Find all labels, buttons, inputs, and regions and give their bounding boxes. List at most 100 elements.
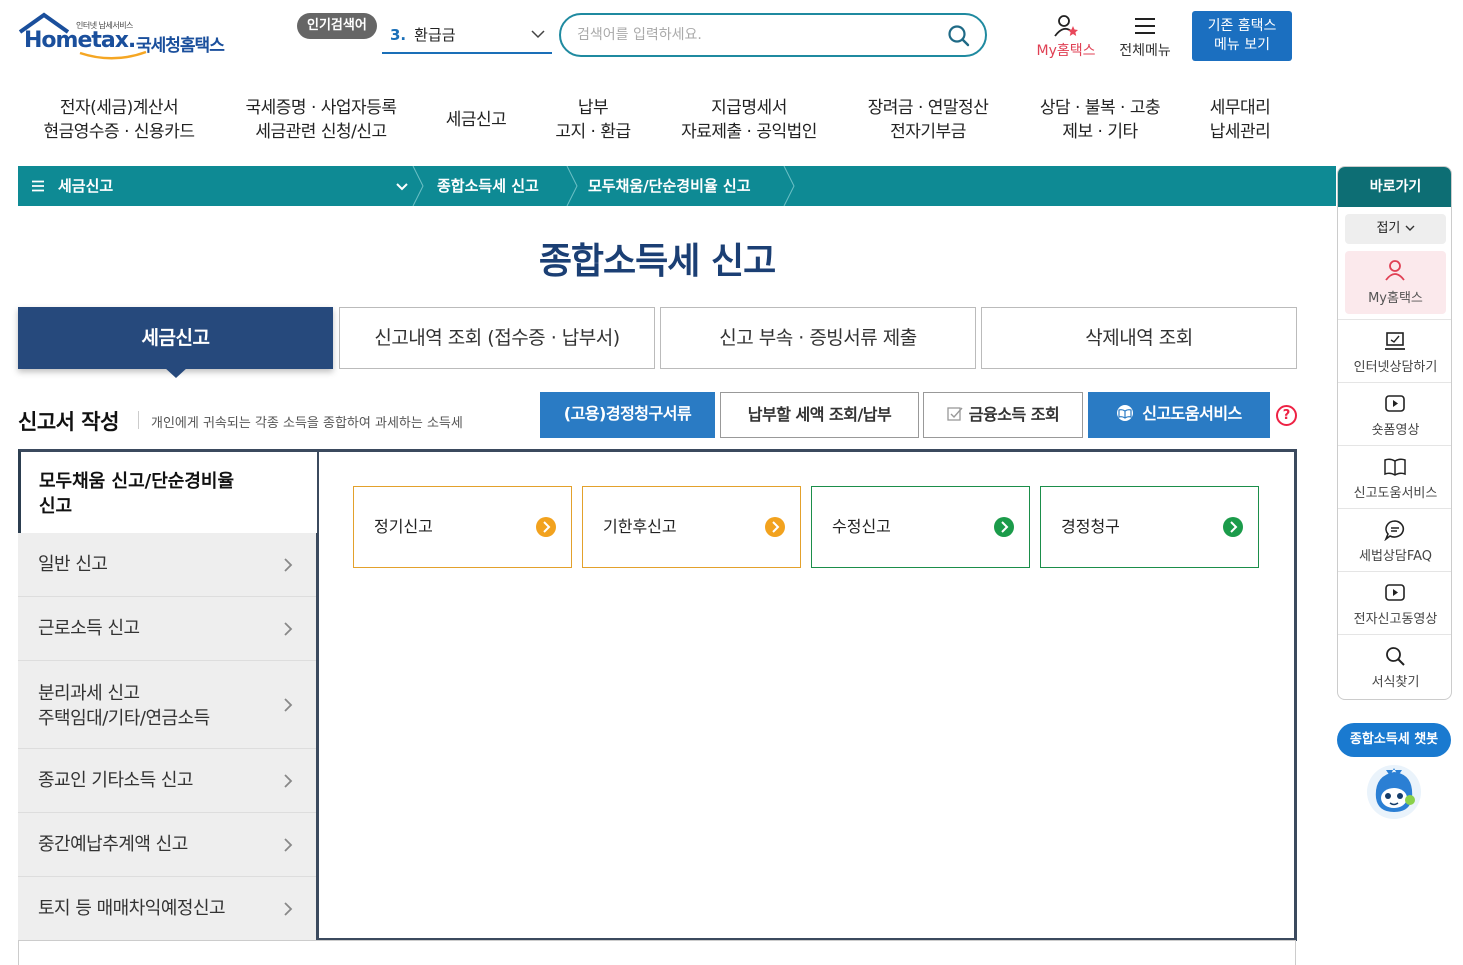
tab-supporting-docs[interactable]: 신고 부속 · 증빙서류 제출 [660, 307, 976, 369]
card-refund-claim[interactable]: 경정청구 [1040, 486, 1259, 568]
gnb-tax-agent[interactable]: 세무대리 납세관리 [1196, 96, 1284, 146]
logo-korean-name: 국세청홈택스 [136, 36, 225, 56]
gnb-label: 국세증명 · 사업자등록 [245, 98, 397, 118]
gnb-e-invoice[interactable]: 전자(세금)계산서 현금영수증 · 신용카드 [30, 96, 208, 146]
quick-item-shortform[interactable]: 숏폼영상 [1338, 382, 1451, 445]
my-hometax-button[interactable]: My홈택스 [1030, 14, 1102, 64]
gnb-label: 세금신고 [445, 110, 507, 130]
breadcrumb-item-simple[interactable]: 모두채움/단순경비율 신고 [588, 166, 751, 206]
side-item-separate-taxation[interactable]: 분리과세 신고 주택임대/기타/연금소득 [18, 661, 316, 749]
search-input[interactable] [577, 23, 937, 47]
side-item-general[interactable]: 일반 신고 [18, 533, 316, 597]
card-late-filing[interactable]: 기한후신고 [582, 486, 801, 568]
book-icon [1384, 458, 1406, 476]
laptop-chat-icon [1385, 332, 1405, 350]
side-item-simple-filing-active[interactable]: 모두채움 신고/단순경비율 신고 [18, 449, 317, 533]
chatbot-character-icon[interactable] [1364, 762, 1424, 820]
hamburger-icon [1135, 18, 1155, 34]
section-divider [138, 411, 139, 429]
financial-income-button[interactable]: 금융소득 조회 [923, 392, 1083, 438]
gnb-tax-return[interactable]: 세금신고 [430, 108, 522, 158]
popular-search-select[interactable]: 3. 환급금 [382, 20, 552, 54]
old-menu-button[interactable]: 기존 홈택스 메뉴 보기 [1192, 11, 1292, 61]
gnb-payment[interactable]: 납부 고지 · 환급 [540, 96, 646, 146]
breadcrumb-item-income-tax[interactable]: 종합소득세 신고 [437, 166, 539, 206]
chevron-right-icon [284, 902, 293, 916]
chevron-right-icon [284, 774, 293, 788]
chevron-down-icon [396, 183, 408, 191]
chevron-right-circle-icon [1223, 517, 1243, 537]
tab-filing-history[interactable]: 신고내역 조회 (접수증 · 납부서) [339, 307, 655, 369]
quick-item-label: 세법상담FAQ [1358, 549, 1433, 564]
help-service-button[interactable]: 신고도움서비스 [1088, 392, 1270, 438]
breadcrumb-separator-icon [783, 166, 795, 206]
hometax-logo[interactable]: 인터넷 납세서비스 Hometax. 국세청홈택스 [18, 12, 233, 62]
side-item-label: 분리과세 신고 [38, 683, 140, 704]
gnb-label: 지급명세서 [711, 98, 787, 118]
my-hometax-label: My홈택스 [1036, 43, 1096, 59]
quick-item-label: 서식찾기 [1371, 675, 1420, 690]
chevron-down-icon [1405, 225, 1415, 231]
gnb-certificate[interactable]: 국세증명 · 사업자등록 세금관련 신청/신고 [232, 96, 410, 146]
quick-item-my-hometax[interactable]: My홈택스 [1345, 251, 1446, 314]
gnb-label: 전자(세금)계산서 [59, 98, 179, 118]
side-item-label: 중간예납추계액 신고 [38, 834, 188, 855]
card-regular-filing[interactable]: 정기신고 [353, 486, 572, 568]
quick-item-find-forms[interactable]: 서식찾기 [1338, 634, 1451, 697]
gnb-label-sub: 제보 · 기타 [1062, 122, 1138, 142]
side-item-label: 일반 신고 [38, 554, 108, 575]
quick-menu: 바로가기 접기 My홈택스 인터넷상담하기 숏폼영상 신고도움서비스 세법상담F… [1337, 166, 1452, 700]
chevron-right-circle-icon [765, 517, 785, 537]
quick-item-help-service[interactable]: 신고도움서비스 [1338, 445, 1451, 508]
popular-rank: 3. [390, 26, 407, 44]
quick-item-e-filing-video[interactable]: 전자신고동영상 [1338, 571, 1451, 634]
side-item-label-sub: 주택임대/기타/연금소득 [38, 708, 210, 729]
tab-deleted-history[interactable]: 삭제내역 조회 [981, 307, 1297, 369]
help-question-icon[interactable]: ? [1276, 405, 1297, 426]
quick-item-label: 전자신고동영상 [1353, 612, 1438, 627]
search-icon[interactable] [947, 24, 971, 48]
tab-tax-return[interactable]: 세금신고 [18, 307, 333, 369]
checkbox-icon [947, 407, 963, 421]
all-menu-button[interactable]: 전체메뉴 [1112, 14, 1178, 64]
old-menu-line1: 기존 홈택스 [1207, 18, 1277, 34]
quick-item-label: 인터넷상담하기 [1353, 360, 1438, 375]
location-menu-select[interactable]: 세금신고 [58, 166, 408, 206]
user-star-icon [1054, 15, 1078, 37]
quick-menu-fold-button[interactable]: 접기 [1345, 214, 1446, 244]
quick-item-faq[interactable]: 세법상담FAQ [1338, 508, 1451, 571]
side-item-earned-income[interactable]: 근로소득 신고 [18, 597, 316, 661]
panel-bottom-divider [18, 940, 1296, 941]
refund-claim-docs-button[interactable]: (고용)경정청구서류 [540, 392, 715, 438]
financial-income-label: 금융소득 조회 [968, 405, 1060, 424]
side-item-label: 종교인 기타소득 신고 [38, 770, 193, 791]
quick-menu-title: 바로가기 [1338, 167, 1451, 207]
gnb-incentive[interactable]: 장려금 · 연말정산 전자기부금 [852, 96, 1004, 146]
popular-term: 환급금 [414, 26, 456, 44]
user-icon [1385, 260, 1405, 281]
location-menu-label: 세금신고 [58, 177, 114, 195]
video-play-icon [1385, 584, 1405, 601]
side-item-interim-prepayment[interactable]: 중간예납추계액 신고 [18, 813, 316, 877]
old-menu-line2: 메뉴 보기 [1214, 37, 1270, 53]
side-item-label-sub: 신고 [39, 496, 73, 517]
gnb-label: 상담 · 불복 · 고충 [1039, 98, 1161, 118]
side-item-label: 토지 등 매매차익예정신고 [38, 898, 226, 919]
chevron-right-icon [284, 622, 293, 636]
chatbot-button[interactable]: 종합소득세 챗봇 [1337, 723, 1451, 757]
help-service-label: 신고도움서비스 [1142, 404, 1242, 423]
menu-icon [32, 180, 44, 192]
search-icon [1386, 647, 1405, 666]
quick-item-online-consult[interactable]: 인터넷상담하기 [1338, 319, 1451, 382]
logo-swoosh-icon [79, 50, 147, 60]
gnb-consult[interactable]: 상담 · 불복 · 고충제보 · 기타 [1026, 96, 1174, 146]
gnb-payment-statement[interactable]: 지급명세서 자료제출 · 공익법인 [668, 96, 830, 146]
payable-tax-button[interactable]: 납부할 세액 조회/납부 [720, 392, 919, 438]
side-item-land-sale[interactable]: 토지 등 매매차익예정신고 [18, 877, 316, 941]
card-label: 경정청구 [1061, 517, 1120, 536]
location-bar: 세금신고 종합소득세 신고 모두채움/단순경비율 신고 [18, 166, 1336, 206]
card-label: 정기신고 [374, 517, 433, 536]
card-amended-filing[interactable]: 수정신고 [811, 486, 1030, 568]
side-item-religious[interactable]: 종교인 기타소득 신고 [18, 749, 316, 813]
section-description: 개인에게 귀속되는 각종 소득을 종합하여 과세하는 소득세 [151, 416, 463, 431]
